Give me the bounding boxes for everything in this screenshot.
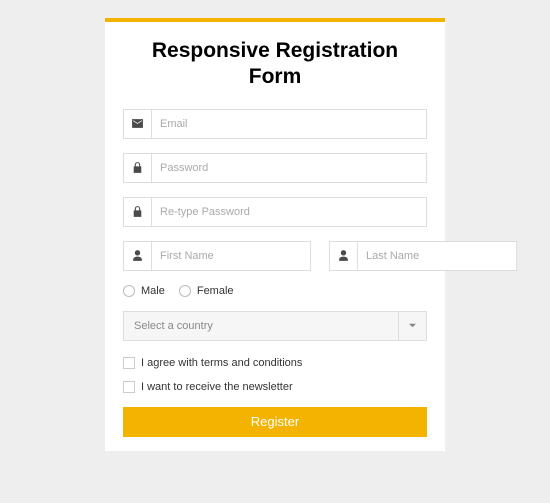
radio-icon bbox=[179, 285, 191, 297]
password-group bbox=[123, 153, 427, 183]
firstname-group bbox=[123, 241, 311, 271]
form-title: Responsive Registration Form bbox=[123, 38, 427, 91]
email-row bbox=[123, 109, 427, 139]
user-icon bbox=[330, 242, 358, 270]
newsletter-checkbox[interactable]: I want to receive the newsletter bbox=[123, 381, 427, 393]
register-button[interactable]: Register bbox=[123, 407, 427, 437]
password2-field[interactable] bbox=[152, 198, 426, 226]
gender-female-label: Female bbox=[197, 285, 234, 297]
chevron-down-icon bbox=[398, 312, 426, 340]
password-row bbox=[123, 153, 427, 183]
name-row bbox=[123, 241, 427, 271]
gender-radios: Male Female bbox=[123, 285, 427, 297]
registration-form-card: Responsive Registration Form bbox=[105, 18, 445, 451]
terms-checkbox[interactable]: I agree with terms and conditions bbox=[123, 357, 427, 369]
password-field[interactable] bbox=[152, 154, 426, 182]
gender-male-radio[interactable]: Male bbox=[123, 285, 165, 297]
envelope-icon bbox=[124, 110, 152, 138]
lock-icon bbox=[124, 154, 152, 182]
newsletter-label: I want to receive the newsletter bbox=[141, 381, 293, 393]
checkbox-icon bbox=[123, 381, 135, 393]
firstname-field[interactable] bbox=[152, 242, 310, 270]
lastname-field[interactable] bbox=[358, 242, 516, 270]
terms-label: I agree with terms and conditions bbox=[141, 357, 302, 369]
lastname-group bbox=[329, 241, 517, 271]
user-icon bbox=[124, 242, 152, 270]
email-field[interactable] bbox=[152, 110, 426, 138]
country-select-placeholder: Select a country bbox=[134, 320, 213, 332]
lock-icon bbox=[124, 198, 152, 226]
country-select[interactable]: Select a country bbox=[123, 311, 427, 341]
gender-female-radio[interactable]: Female bbox=[179, 285, 234, 297]
radio-icon bbox=[123, 285, 135, 297]
password2-group bbox=[123, 197, 427, 227]
gender-male-label: Male bbox=[141, 285, 165, 297]
checkbox-icon bbox=[123, 357, 135, 369]
password2-row bbox=[123, 197, 427, 227]
email-group bbox=[123, 109, 427, 139]
